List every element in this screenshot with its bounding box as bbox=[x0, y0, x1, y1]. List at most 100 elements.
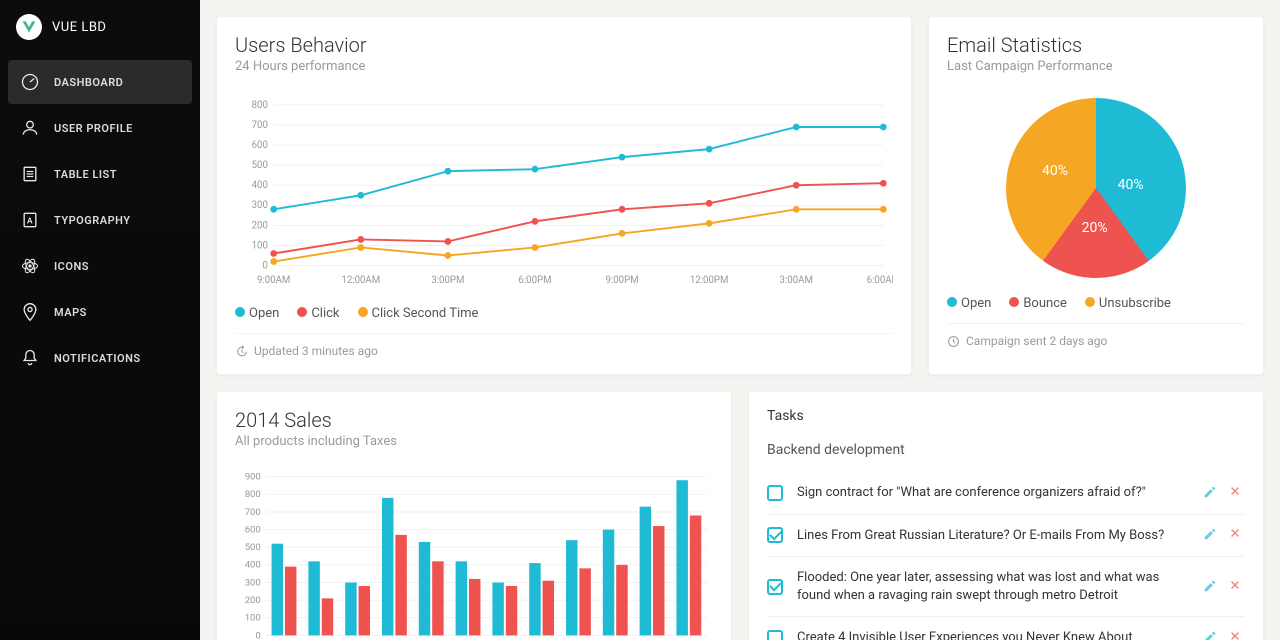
brand-logo-icon bbox=[16, 14, 42, 40]
task-list: Sign contract for "What are conference o… bbox=[767, 472, 1245, 640]
history-icon bbox=[235, 345, 248, 358]
svg-text:400: 400 bbox=[252, 180, 268, 191]
sidebar-item-notifications[interactable]: NOTIFICATIONS bbox=[8, 336, 192, 380]
pie-chart: 40% 20% 40% bbox=[947, 98, 1245, 278]
legend-item: Click bbox=[297, 306, 339, 321]
task-text: Create 4 Invisible User Experiences you … bbox=[797, 629, 1189, 640]
card-footer: Updated 3 minutes ago bbox=[235, 333, 893, 358]
svg-text:700: 700 bbox=[245, 507, 261, 518]
svg-text:800: 800 bbox=[245, 489, 261, 500]
legend: Open Bounce Unsubscribe bbox=[947, 296, 1245, 311]
users-behavior-card: Users Behavior 24 Hours performance 0100… bbox=[216, 16, 912, 375]
svg-text:700: 700 bbox=[252, 120, 268, 131]
svg-text:0: 0 bbox=[262, 260, 267, 271]
card-title: 2014 Sales bbox=[235, 408, 713, 432]
sidebar-item-table-list[interactable]: TABLE LIST bbox=[8, 152, 192, 196]
card-title: Users Behavior bbox=[235, 33, 893, 57]
legend-item: Unsubscribe bbox=[1085, 296, 1171, 311]
legend-item: Open bbox=[235, 306, 279, 321]
svg-text:6:00PM: 6:00PM bbox=[518, 275, 551, 286]
delete-icon[interactable] bbox=[1229, 485, 1245, 501]
legend-item: Open bbox=[947, 296, 991, 311]
svg-text:400: 400 bbox=[245, 560, 261, 571]
svg-text:200: 200 bbox=[252, 220, 268, 231]
tasks-card: Tasks Backend development Sign contract … bbox=[748, 391, 1264, 640]
main-content: Users Behavior 24 Hours performance 0100… bbox=[200, 0, 1280, 640]
dashboard-icon bbox=[20, 72, 40, 92]
legend-dot bbox=[297, 307, 307, 317]
sidebar-item-user-profile[interactable]: USER PROFILE bbox=[8, 106, 192, 150]
svg-text:200: 200 bbox=[245, 595, 261, 606]
svg-text:600: 600 bbox=[252, 140, 268, 151]
svg-text:600: 600 bbox=[245, 524, 261, 535]
legend-item: Bounce bbox=[1009, 296, 1067, 311]
task-checkbox[interactable] bbox=[767, 485, 783, 501]
bell-icon bbox=[20, 348, 40, 368]
card-footer: Campaign sent 2 days ago bbox=[947, 323, 1245, 348]
svg-text:12:00PM: 12:00PM bbox=[690, 275, 729, 286]
svg-text:3:00PM: 3:00PM bbox=[431, 275, 464, 286]
line-chart: 0 100 200 300 400 500 600 700 800 9:00AM 12:00AM 3:… bbox=[235, 92, 893, 292]
card-title: Tasks bbox=[767, 408, 1245, 424]
card-title: Email Statistics bbox=[947, 33, 1245, 57]
legend-dot bbox=[1085, 297, 1095, 307]
pie-slice-label: 20% bbox=[1082, 220, 1108, 236]
svg-text:6:00AM: 6:00AM bbox=[867, 275, 893, 286]
card-subtitle: All products including Taxes bbox=[235, 434, 713, 449]
nav-label: ICONS bbox=[54, 260, 89, 273]
svg-text:300: 300 bbox=[245, 577, 261, 588]
delete-icon[interactable] bbox=[1229, 527, 1245, 543]
sidebar-nav: DASHBOARD USER PROFILE TABLE LIST A TYPOGRAP… bbox=[0, 54, 200, 386]
svg-text:900: 900 bbox=[245, 472, 261, 483]
svg-text:9:00PM: 9:00PM bbox=[605, 275, 638, 286]
task-row: Sign contract for "What are conference o… bbox=[767, 472, 1245, 514]
edit-icon[interactable] bbox=[1203, 630, 1219, 640]
sidebar-item-dashboard[interactable]: DASHBOARD bbox=[8, 60, 192, 104]
legend-dot bbox=[358, 307, 368, 317]
sales-card: 2014 Sales All products including Taxes … bbox=[216, 391, 732, 640]
nav-label: DASHBOARD bbox=[54, 76, 123, 89]
atom-icon bbox=[20, 256, 40, 276]
svg-text:300: 300 bbox=[252, 200, 268, 211]
edit-icon[interactable] bbox=[1203, 527, 1219, 543]
svg-text:800: 800 bbox=[252, 100, 268, 111]
svg-text:0: 0 bbox=[255, 630, 260, 640]
task-row: Lines From Great Russian Literature? Or … bbox=[767, 514, 1245, 557]
edit-icon[interactable] bbox=[1203, 485, 1219, 501]
sidebar-item-typography[interactable]: A TYPOGRAPHY bbox=[8, 198, 192, 242]
legend-dot bbox=[1009, 297, 1019, 307]
edit-icon[interactable] bbox=[1203, 579, 1219, 595]
user-icon bbox=[20, 118, 40, 138]
svg-text:12:00AM: 12:00AM bbox=[341, 275, 380, 286]
task-row: Create 4 Invisible User Experiences you … bbox=[767, 616, 1245, 640]
delete-icon[interactable] bbox=[1229, 630, 1245, 640]
svg-text:100: 100 bbox=[245, 613, 261, 624]
task-row: Flooded: One year later, assessing what … bbox=[767, 556, 1245, 616]
svg-text:A: A bbox=[27, 216, 33, 226]
delete-icon[interactable] bbox=[1229, 579, 1245, 595]
brand[interactable]: VUE LBD bbox=[0, 8, 200, 54]
svg-text:100: 100 bbox=[252, 240, 268, 251]
svg-text:500: 500 bbox=[252, 160, 268, 171]
task-checkbox[interactable] bbox=[767, 527, 783, 543]
brand-name: VUE LBD bbox=[52, 20, 106, 35]
task-checkbox[interactable] bbox=[767, 579, 783, 595]
sidebar: VUE LBD DASHBOARD USER PROFILE TABLE LIST A… bbox=[0, 0, 200, 640]
nav-label: NOTIFICATIONS bbox=[54, 352, 141, 365]
pie-slice-label: 40% bbox=[1118, 177, 1144, 193]
legend-item: Click Second Time bbox=[358, 306, 479, 321]
nav-label: TYPOGRAPHY bbox=[54, 214, 131, 227]
nav-label: USER PROFILE bbox=[54, 122, 133, 135]
footer-text: Updated 3 minutes ago bbox=[254, 344, 378, 358]
svg-text:9:00AM: 9:00AM bbox=[257, 275, 290, 286]
nav-label: TABLE LIST bbox=[54, 168, 117, 181]
svg-text:500: 500 bbox=[245, 542, 261, 553]
list-icon bbox=[20, 164, 40, 184]
sidebar-item-maps[interactable]: MAPS bbox=[8, 290, 192, 334]
svg-text:3:00AM: 3:00AM bbox=[780, 275, 813, 286]
pin-icon bbox=[20, 302, 40, 322]
task-text: Flooded: One year later, assessing what … bbox=[797, 569, 1189, 604]
nav-label: MAPS bbox=[54, 306, 87, 319]
sidebar-item-icons[interactable]: ICONS bbox=[8, 244, 192, 288]
task-checkbox[interactable] bbox=[767, 630, 783, 640]
